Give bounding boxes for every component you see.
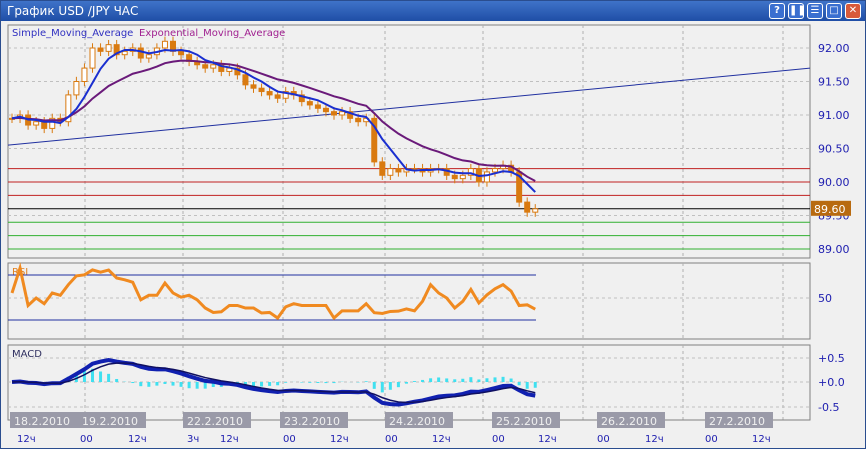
price-tick: 92.00 (818, 42, 850, 55)
candle (161, 40, 168, 49)
candle (387, 168, 394, 176)
candle (395, 168, 402, 173)
candle (41, 121, 48, 129)
price-tick: 90.50 (818, 143, 850, 156)
rsi-tick: 50 (818, 292, 832, 305)
date-label: 23.2.2010 (284, 415, 340, 428)
time-label: 12ч (330, 434, 349, 445)
time-label: 12ч (128, 434, 147, 445)
pane-1 (7, 262, 811, 340)
date-label: 22.2.2010 (187, 415, 243, 428)
candle (178, 50, 185, 56)
time-label: 12ч (17, 434, 36, 445)
time-label: 12ч (752, 434, 771, 445)
date-label: 26.2.2010 (601, 415, 657, 428)
time-label: 12ч (538, 434, 557, 445)
price-tick: 90.00 (818, 176, 850, 189)
date-label: 24.2.2010 (389, 415, 445, 428)
candle (137, 47, 144, 59)
candle (121, 50, 128, 56)
candle (266, 91, 273, 96)
macd-tick: +0.0 (818, 376, 845, 389)
candle (210, 64, 217, 69)
macd-tick: +0.5 (818, 352, 845, 365)
time-label: 00 (492, 434, 505, 445)
candle (322, 107, 329, 113)
candle (306, 101, 313, 106)
time-label: 00 (283, 434, 296, 445)
time-label: 00 (80, 434, 93, 445)
candle (355, 117, 362, 123)
ema-legend: Exponential_Moving_Average (139, 28, 285, 39)
time-label: 12ч (432, 434, 451, 445)
time-label: 00 (385, 434, 398, 445)
candle (258, 87, 265, 93)
candle (145, 54, 152, 59)
price-tick: 91.50 (818, 76, 850, 89)
price-tick: 89.00 (818, 243, 850, 256)
candle (379, 161, 386, 176)
pane-0 (7, 24, 811, 259)
date-label: 19.2.2010 (82, 415, 138, 428)
macd-label: MACD (12, 349, 42, 360)
candle (105, 44, 112, 52)
candle (532, 208, 539, 213)
time-label: 12ч (645, 434, 664, 445)
candle (242, 74, 249, 86)
candle (73, 81, 80, 96)
macd-tick: -0.5 (818, 401, 839, 414)
candle (314, 104, 321, 109)
current-price: 89.60 (814, 203, 846, 216)
date-label: 18.2.2010 (14, 415, 70, 428)
candle (97, 47, 104, 52)
candle (89, 47, 96, 69)
candle (202, 64, 209, 69)
time-label: 12ч (220, 434, 239, 445)
time-label: 00 (597, 434, 610, 445)
candle (492, 168, 498, 173)
candle (459, 174, 466, 180)
candle (331, 111, 337, 116)
candle (81, 67, 88, 82)
sma-legend: Simple_Moving_Average (12, 28, 133, 39)
candle (451, 174, 458, 180)
candle (33, 121, 40, 126)
chart-canvas[interactable]: Simple_Moving_Average Exponential_Moving… (0, 0, 866, 449)
price-tick: 91.00 (818, 109, 850, 122)
candle (250, 84, 257, 89)
candle (339, 111, 346, 116)
time-label: 00 (705, 434, 718, 445)
candle (524, 201, 531, 213)
candle (483, 171, 490, 183)
time-label: 3ч (187, 434, 199, 445)
candle (274, 94, 281, 99)
date-label: 25.2.2010 (496, 415, 552, 428)
date-label: 27.2.2010 (709, 415, 765, 428)
